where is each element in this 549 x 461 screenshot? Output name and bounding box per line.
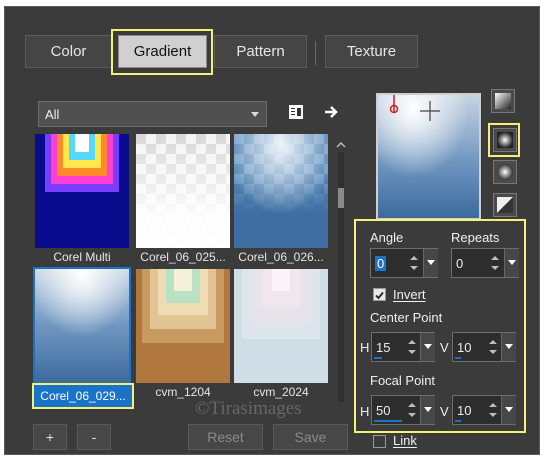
gradient-preview-corel-multi [35, 134, 129, 248]
add-button[interactable]: + [33, 424, 67, 450]
focal-v-spinbox[interactable]: 10 [452, 395, 516, 425]
focal-v-label: V [440, 404, 449, 419]
tab-color-label: Color [50, 43, 87, 60]
category-value: All [45, 106, 60, 122]
repeats-stepper-arrows[interactable] [488, 249, 502, 277]
gradient-thumb-corel-06-025[interactable]: Corel_06_025... [136, 134, 230, 264]
center-v-stepper-arrows[interactable] [486, 333, 500, 361]
link-label[interactable]: Link [393, 433, 417, 448]
center-v-spinbox[interactable]: 10 [452, 332, 516, 362]
gradient-label: cvm_1204 [155, 385, 211, 399]
angle-spinbox[interactable]: 0 [370, 248, 438, 278]
center-h-spinbox[interactable]: 15 [371, 332, 435, 362]
focal-point-label: Focal Point [370, 373, 436, 388]
focal-v-slider-fill [455, 420, 461, 422]
selected-gradient-label: Corel_06_029... [34, 385, 132, 407]
repeats-dropdown-icon[interactable] [504, 249, 519, 277]
link-checkbox[interactable] [373, 435, 386, 448]
focal-h-slider-fill [374, 420, 402, 422]
center-h-slider-fill [374, 357, 382, 359]
rectangular-gradient-type-button[interactable] [493, 128, 517, 152]
repeats-label: Repeats [451, 230, 500, 245]
category-dropdown[interactable]: All [38, 101, 267, 127]
gradient-thumb-cvm-1204[interactable]: cvm_1204 [136, 269, 230, 399]
repeats-spinbox[interactable]: 0 [451, 248, 519, 278]
repeats-value: 0 [456, 256, 464, 271]
gradient-label: Corel_06_025... [140, 250, 226, 264]
focal-v-dropdown-icon[interactable] [501, 396, 516, 424]
gradient-preview-cvm-2024 [234, 269, 328, 383]
sunburst-gradient-type-button[interactable] [493, 160, 517, 184]
watermark: ©Tirasimages [195, 398, 302, 419]
gradient-label: cvm_2024 [253, 385, 309, 399]
tab-texture[interactable]: Texture [325, 35, 418, 68]
center-h-dropdown-icon[interactable] [420, 333, 435, 361]
gradient-thumb-corel-06-029[interactable] [33, 267, 131, 385]
tab-gradient-label: Gradient [133, 43, 192, 60]
document-edit-icon [289, 105, 303, 119]
gradient-label: Corel Multi [53, 250, 111, 264]
angle-value: 0 [375, 256, 387, 271]
radial-gradient-type-button[interactable] [493, 193, 517, 217]
gradient-list-scrollbar[interactable] [335, 140, 347, 425]
gradient-preview-cvm-1204 [136, 269, 230, 383]
center-h-label: H [360, 340, 370, 355]
focal-h-label: H [360, 404, 370, 419]
angle-stepper-arrows[interactable] [407, 249, 421, 277]
checkmark-icon [375, 291, 384, 300]
tab-gradient[interactable]: Gradient [118, 35, 207, 68]
focal-h-value: 50 [376, 403, 391, 418]
invert-label[interactable]: Invert [393, 287, 426, 302]
import-button[interactable] [321, 101, 343, 123]
linear-gradient-type-button[interactable] [491, 89, 515, 113]
reset-button[interactable]: Reset [188, 424, 263, 450]
gradient-preview-corel-06-029 [33, 267, 131, 385]
focal-v-value: 10 [457, 403, 472, 418]
tab-pattern[interactable]: Pattern [214, 35, 307, 68]
material-properties-panel: Color Gradient Pattern Texture All Corel… [4, 6, 540, 455]
gradient-editor-button[interactable] [285, 101, 307, 123]
tab-pattern-label: Pattern [236, 43, 285, 60]
tab-texture-label: Texture [346, 43, 397, 60]
gradient-thumb-corel-multi[interactable]: Corel Multi [35, 134, 129, 264]
center-v-dropdown-icon[interactable] [501, 333, 516, 361]
gradient-preview[interactable] [376, 93, 481, 220]
center-v-value: 10 [457, 340, 472, 355]
gradient-preview-corel-06-025 [136, 134, 230, 248]
tab-separator [315, 41, 316, 65]
chevron-down-icon [251, 112, 259, 117]
focal-h-dropdown-icon[interactable] [420, 396, 435, 424]
angle-dropdown-icon[interactable] [423, 249, 438, 277]
center-point-label: Center Point [370, 310, 443, 325]
center-h-stepper-arrows[interactable] [405, 333, 419, 361]
gradient-preview-corel-06-026 [234, 134, 328, 248]
invert-checkbox[interactable] [373, 288, 386, 301]
center-v-slider-fill [455, 357, 461, 359]
focal-v-stepper-arrows[interactable] [486, 396, 500, 424]
save-button[interactable]: Save [273, 424, 348, 450]
center-v-label: V [440, 340, 449, 355]
center-h-value: 15 [376, 340, 391, 355]
scroll-thumb [338, 188, 344, 208]
gradient-label: Corel_06_026... [238, 250, 324, 264]
arrow-right-icon [325, 106, 338, 118]
gradient-thumb-corel-06-026[interactable]: Corel_06_026... [234, 134, 328, 264]
remove-button[interactable]: - [77, 424, 111, 450]
angle-label: Angle [370, 230, 404, 245]
focal-h-spinbox[interactable]: 50 [371, 395, 435, 425]
gradient-thumb-cvm-2024[interactable]: cvm_2024 [234, 269, 328, 399]
tab-color[interactable]: Color [25, 35, 112, 68]
focal-h-stepper-arrows[interactable] [405, 396, 419, 424]
